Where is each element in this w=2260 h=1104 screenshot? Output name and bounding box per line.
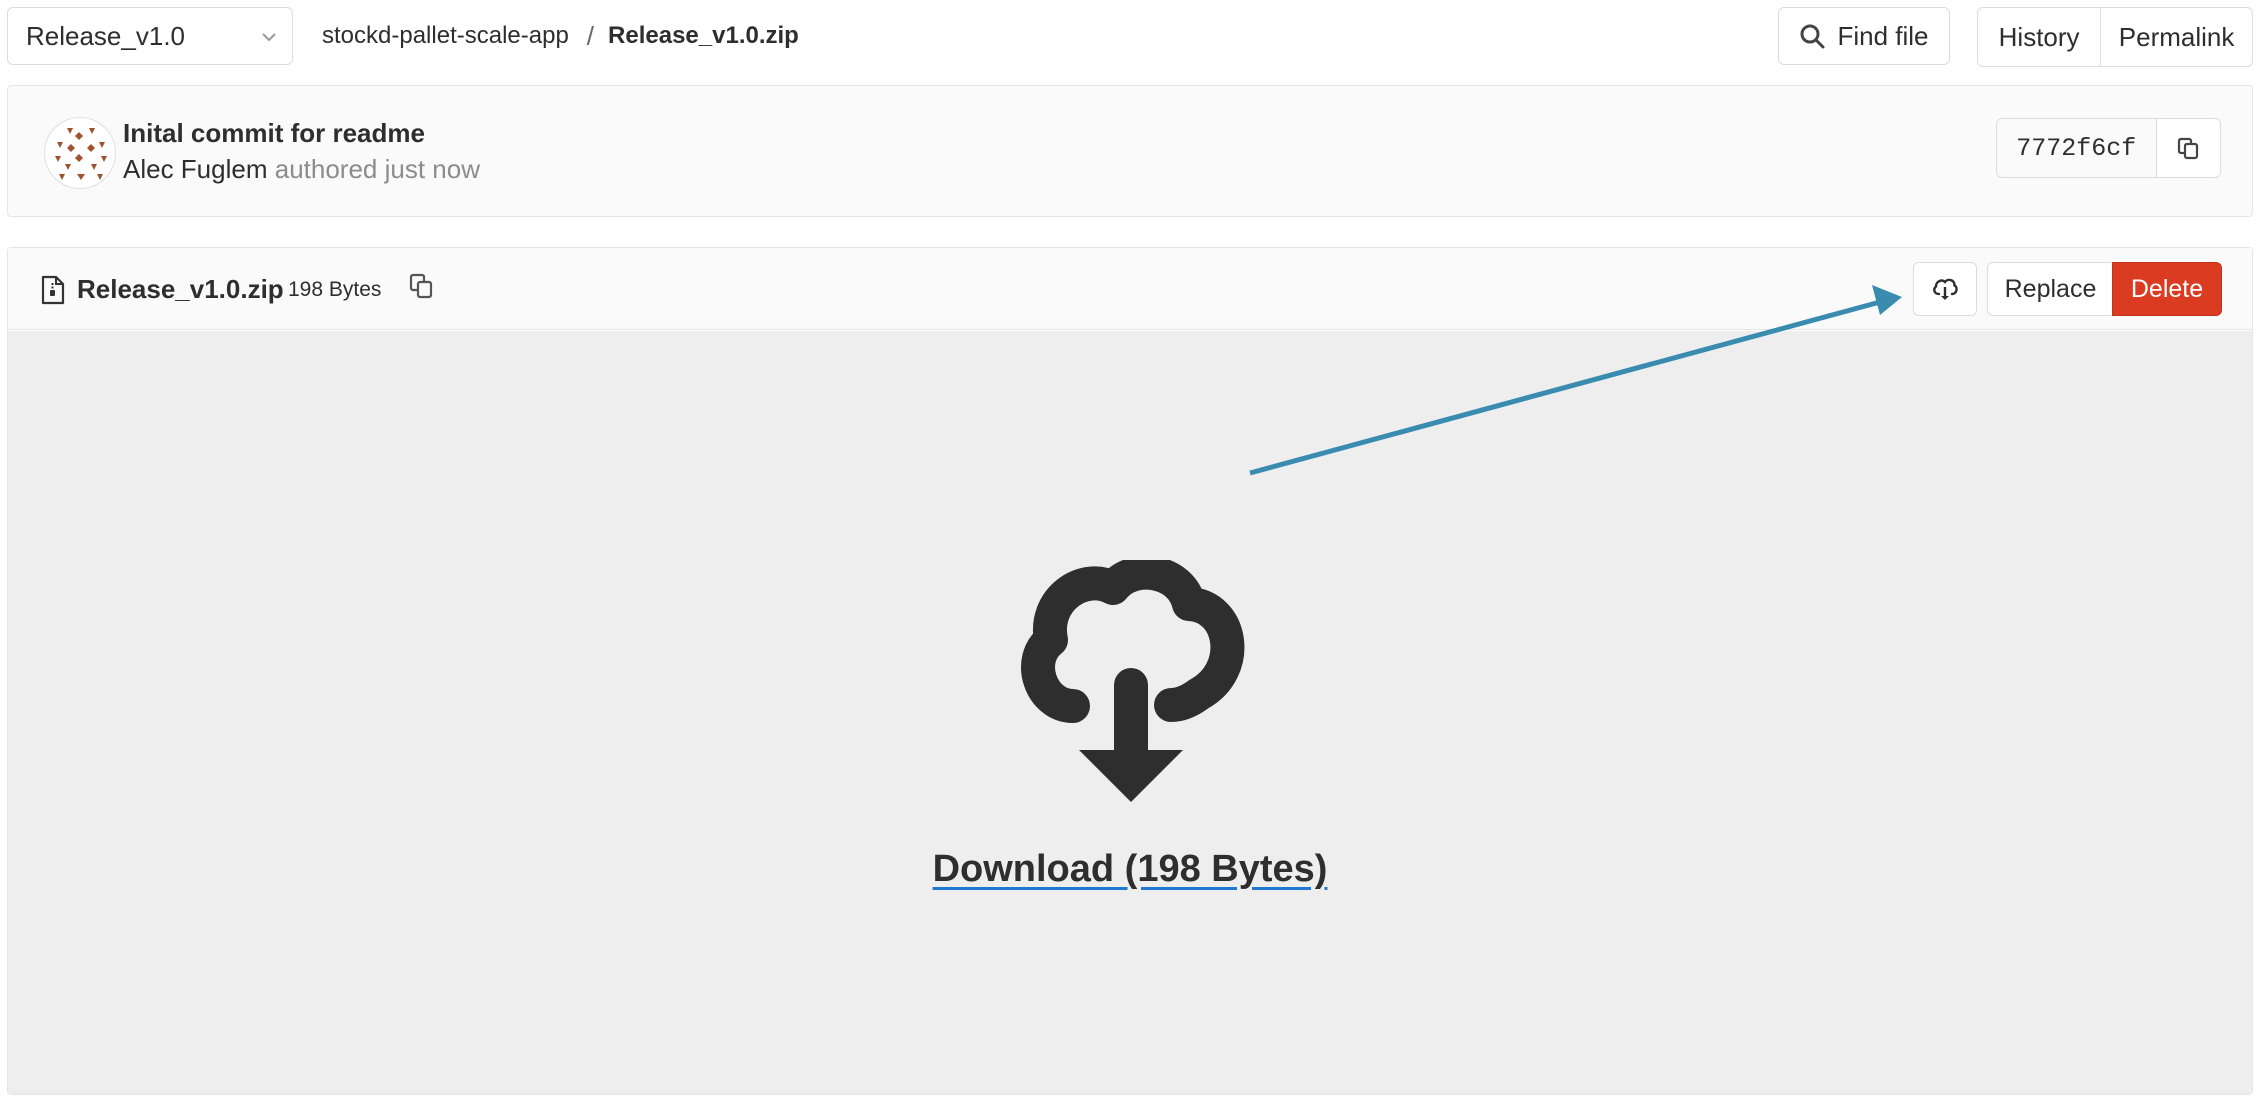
download-button[interactable] <box>1913 262 1977 316</box>
copy-sha-button[interactable] <box>2156 118 2221 178</box>
branch-dropdown[interactable]: Release_v1.0 <box>7 7 293 65</box>
download-link[interactable]: Download (198 Bytes) <box>0 848 2260 891</box>
file-size: 198 Bytes <box>288 278 382 301</box>
commit-title[interactable]: Inital commit for readme <box>123 118 425 149</box>
avatar[interactable] <box>44 117 116 189</box>
branch-label: Release_v1.0 <box>26 20 185 51</box>
breadcrumb: stockd-pallet-scale-app / Release_v1.0.z… <box>322 18 799 54</box>
commit-sha-group: 7772f6cf <box>1996 118 2221 178</box>
permalink-button[interactable]: Permalink <box>2101 7 2253 67</box>
copy-icon[interactable] <box>407 272 435 300</box>
chevron-down-icon <box>262 33 276 42</box>
commit-sha[interactable]: 7772f6cf <box>1996 118 2157 178</box>
last-commit-panel <box>7 85 2253 217</box>
delete-button[interactable]: Delete <box>2112 262 2222 316</box>
cloud-download-icon <box>1933 278 1958 300</box>
breadcrumb-separator: / <box>586 20 595 51</box>
file-zip-icon <box>41 275 65 305</box>
copy-icon <box>2178 137 2199 160</box>
replace-button[interactable]: Replace <box>1987 262 2114 316</box>
avatar-identicon <box>55 128 107 180</box>
history-permalink-group: History Permalink <box>1977 7 2253 67</box>
commit-author[interactable]: Alec Fuglem <box>123 154 268 184</box>
commit-authored-time: authored just now <box>274 154 480 184</box>
find-file-label: Find file <box>1837 20 1929 51</box>
file-name: Release_v1.0.zip <box>77 274 284 304</box>
commit-meta: Alec Fuglem authored just now <box>123 154 480 185</box>
history-button[interactable]: History <box>1977 7 2102 67</box>
search-icon <box>1800 24 1825 49</box>
breadcrumb-current-file[interactable]: Release_v1.0.zip <box>608 22 799 50</box>
breadcrumb-project-link[interactable]: stockd-pallet-scale-app <box>322 22 569 50</box>
cloud-download-icon[interactable] <box>1003 560 1259 808</box>
find-file-button[interactable]: Find file <box>1778 7 1950 65</box>
